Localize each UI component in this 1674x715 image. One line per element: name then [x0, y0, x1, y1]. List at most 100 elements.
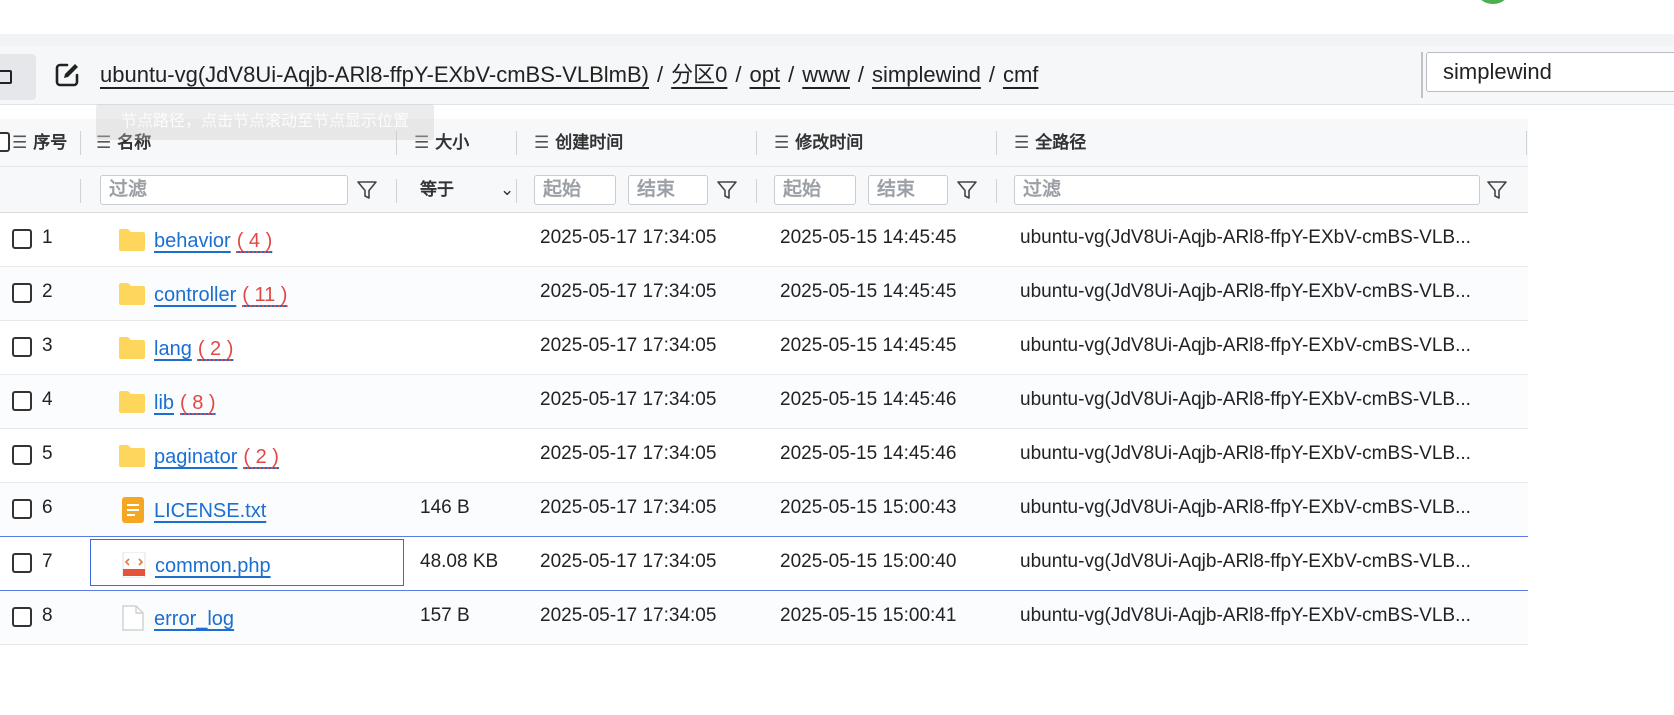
table-row[interactable]: 1 behavior( 4 ) 2025-05-17 17:34:05 2025…	[0, 213, 1528, 267]
table-row[interactable]: 5 paginator( 2 ) 2025-05-17 17:34:05 202…	[0, 429, 1528, 483]
column-resizer[interactable]	[80, 131, 81, 155]
col-name-header[interactable]: ☰ 名称	[96, 119, 151, 166]
table-row[interactable]: 3 lang( 2 ) 2025-05-17 17:34:05 2025-05-…	[0, 321, 1528, 375]
path-filter-input[interactable]	[1014, 175, 1480, 205]
created-cell: 2025-05-17 17:34:05	[540, 389, 717, 410]
table-row-selected[interactable]: 7 common.php 48.08 KB 2025-05-17 17:34:0…	[0, 537, 1528, 591]
breadcrumb-separator: /	[988, 62, 995, 87]
file-name: controller	[154, 284, 237, 306]
file-name-link[interactable]: controller( 11 )	[154, 284, 287, 307]
name-cell[interactable]: lib( 8 )	[90, 377, 404, 424]
name-cell[interactable]: paginator( 2 )	[90, 431, 404, 478]
column-resizer[interactable]	[396, 131, 397, 155]
row-index: 3	[42, 335, 53, 356]
breadcrumb-segment[interactable]: opt	[750, 62, 781, 87]
row-checkbox[interactable]	[12, 553, 32, 573]
filter-icon[interactable]	[956, 179, 978, 201]
file-name-link[interactable]: paginator( 2 )	[154, 446, 279, 469]
modified-end-input[interactable]	[868, 175, 948, 205]
divider	[1421, 52, 1423, 98]
table-row[interactable]: 2 controller( 11 ) 2025-05-17 17:34:05 2…	[0, 267, 1528, 321]
select-all-checkbox[interactable]	[0, 132, 10, 152]
col-fullpath-header[interactable]: ☰ 全路径	[1014, 119, 1086, 166]
col-created-header[interactable]: ☰ 创建时间	[534, 119, 623, 166]
row-checkbox[interactable]	[12, 283, 32, 303]
breadcrumb-segment[interactable]: www	[802, 62, 850, 87]
size-cell: 48.08 KB	[420, 551, 499, 572]
folder-icon	[119, 445, 145, 467]
path-bar: ubuntu-vg(JdV8Ui-Aqjb-ARl8-ffpY-EXbV-cmB…	[0, 46, 1674, 105]
toggle-panel-button[interactable]	[0, 54, 36, 100]
file-name-link[interactable]: lang( 2 )	[154, 338, 233, 361]
column-resizer[interactable]	[756, 131, 757, 155]
file-name: lang	[154, 338, 192, 360]
name-cell[interactable]: LICENSE.txt	[90, 485, 404, 532]
column-resizer[interactable]	[1526, 131, 1527, 155]
filter-row: 等于 ⌄	[0, 167, 1528, 213]
breadcrumb-segment[interactable]: ubuntu-vg(JdV8Ui-Aqjb-ARl8-ffpY-EXbV-cmB…	[100, 62, 649, 87]
modified-cell: 2025-05-15 14:45:46	[780, 443, 957, 464]
list-icon: ☰	[774, 133, 790, 152]
col-modified-header[interactable]: ☰ 修改时间	[774, 119, 863, 166]
list-icon: ☰	[12, 133, 28, 152]
file-name-link[interactable]: behavior( 4 )	[154, 230, 272, 253]
breadcrumb-segment[interactable]: 分区0	[671, 62, 727, 87]
col-index-header[interactable]: ☰ 序号	[12, 119, 67, 166]
file-name-link[interactable]: LICENSE.txt	[154, 500, 266, 523]
fullpath-cell: ubuntu-vg(JdV8Ui-Aqjb-ARl8-ffpY-EXbV-cmB…	[1020, 497, 1471, 518]
filter-icon[interactable]	[356, 179, 378, 201]
column-resizer[interactable]	[516, 131, 517, 155]
row-checkbox[interactable]	[12, 337, 32, 357]
table-row[interactable]: 8 error_log 157 B 2025-05-17 17:34:05 20…	[0, 591, 1528, 645]
modified-cell: 2025-05-15 14:45:46	[780, 389, 957, 410]
child-count: ( 11 )	[242, 284, 288, 306]
name-cell[interactable]: controller( 11 )	[90, 269, 404, 316]
text-file-icon	[122, 497, 144, 523]
row-checkbox[interactable]	[12, 229, 32, 249]
fullpath-cell: ubuntu-vg(JdV8Ui-Aqjb-ARl8-ffpY-EXbV-cmB…	[1020, 227, 1471, 248]
search-input[interactable]	[1426, 52, 1674, 92]
filter-icon[interactable]	[716, 179, 738, 201]
modified-cell: 2025-05-15 14:45:45	[780, 227, 957, 248]
square-icon	[0, 70, 12, 84]
list-icon: ☰	[1014, 133, 1030, 152]
edit-path-icon[interactable]	[52, 60, 82, 90]
fullpath-cell: ubuntu-vg(JdV8Ui-Aqjb-ARl8-ffpY-EXbV-cmB…	[1020, 281, 1471, 302]
file-name-link[interactable]: lib( 8 )	[154, 392, 216, 415]
row-index: 6	[42, 497, 53, 518]
row-checkbox[interactable]	[12, 391, 32, 411]
fullpath-cell: ubuntu-vg(JdV8Ui-Aqjb-ARl8-ffpY-EXbV-cmB…	[1020, 389, 1471, 410]
file-name-link[interactable]: common.php	[155, 555, 271, 578]
top-bar	[0, 0, 1674, 34]
size-operator-select[interactable]: 等于 ⌄	[420, 175, 516, 205]
row-checkbox[interactable]	[12, 499, 32, 519]
name-cell[interactable]: behavior( 4 )	[90, 215, 404, 262]
fullpath-cell: ubuntu-vg(JdV8Ui-Aqjb-ARl8-ffpY-EXbV-cmB…	[1020, 605, 1471, 626]
name-cell[interactable]: lang( 2 )	[90, 323, 404, 370]
filter-icon[interactable]	[1486, 179, 1508, 201]
name-filter-input[interactable]	[100, 175, 348, 205]
modified-cell: 2025-05-15 15:00:41	[780, 605, 957, 626]
breadcrumb-segment[interactable]: simplewind	[872, 62, 981, 87]
name-cell[interactable]: error_log	[90, 593, 404, 640]
created-cell: 2025-05-17 17:34:05	[540, 335, 717, 356]
row-index: 4	[42, 389, 53, 410]
column-resizer[interactable]	[996, 131, 997, 155]
table-row[interactable]: 6 LICENSE.txt 146 B 2025-05-17 17:34:05 …	[0, 483, 1528, 537]
folder-icon	[119, 337, 145, 359]
table-row[interactable]: 4 lib( 8 ) 2025-05-17 17:34:05 2025-05-1…	[0, 375, 1528, 429]
name-cell-focused[interactable]: common.php	[90, 539, 404, 586]
file-name-link[interactable]: error_log	[154, 608, 234, 631]
column-resizer	[396, 179, 397, 203]
created-start-input[interactable]	[534, 175, 616, 205]
blank-file-icon	[122, 605, 144, 631]
row-checkbox[interactable]	[12, 607, 32, 627]
size-cell: 146 B	[420, 497, 470, 518]
html-file-icon	[122, 552, 146, 578]
breadcrumb-segment[interactable]: cmf	[1003, 62, 1038, 87]
modified-start-input[interactable]	[774, 175, 856, 205]
row-checkbox[interactable]	[12, 445, 32, 465]
created-cell: 2025-05-17 17:34:05	[540, 497, 717, 518]
created-end-input[interactable]	[628, 175, 708, 205]
col-size-header[interactable]: ☰ 大小	[414, 119, 469, 166]
